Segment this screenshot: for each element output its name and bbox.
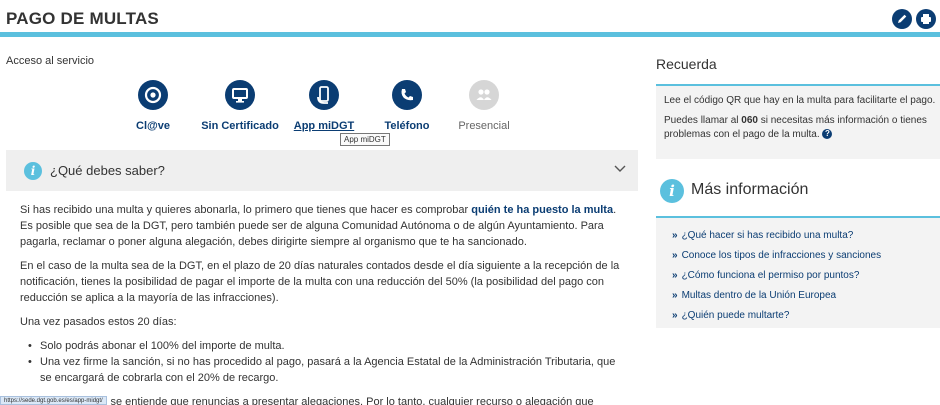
recuerda-line: problemas con el pago de la multa. ? [664,128,940,142]
service-label: Sin Certificado [201,120,279,132]
at-icon [138,80,168,110]
paragraph: Si pagas la multa, se entiende que renun… [20,396,594,405]
info-icon: i [24,162,42,180]
page-header: PAGO DE MULTAS [0,0,940,40]
print-icon [921,14,931,24]
paragraph: En el caso de la multa sea de la DGT, en… [20,260,620,304]
service-presencial: Presencial [439,80,529,132]
acceso-label: Acceso al servicio [6,55,95,67]
paragraph: Si has recibido una multa y quieres abon… [20,204,617,248]
mas-info-link[interactable]: » Multas dentro de la Unión Europea [672,286,940,306]
info-icon: i [660,179,684,203]
main-content: Si has recibido una multa y quieres abon… [20,202,620,405]
recuerda-line: Puedes llamar al 060 si necesitas más in… [664,115,927,126]
phone-icon [392,80,422,110]
bullet-list: Solo podrás abonar el 100% del importe d… [28,338,620,386]
accordion-title: ¿Qué debes saber? [50,163,165,178]
mas-info-link[interactable]: » ¿Cómo funciona el permiso por puntos? [672,266,940,286]
service-clave[interactable]: Cl@ve [108,80,198,132]
mas-info-title: Más información [691,181,809,198]
print-button[interactable] [916,9,936,29]
accordion-que-debes-saber[interactable]: i ¿Qué debes saber? [6,150,638,191]
double-chevron-icon: » [672,230,678,241]
double-chevron-icon: » [672,250,678,261]
recuerda-title: Recuerda [656,56,717,72]
edit-button[interactable] [892,9,912,29]
mas-info-link[interactable]: » ¿Quién puede multarte? [672,306,940,326]
pencil-icon [898,14,907,23]
status-url: https://sede.dgt.gob.es/es/app-midgt/ [0,396,107,405]
service-sin-certificado[interactable]: Sin Certificado [195,80,285,132]
mas-info-link[interactable]: » Conoce los tipos de infracciones y sanc… [672,246,940,266]
paragraph: Una vez pasados estos 20 días: [20,316,177,328]
phone-hand-icon [309,80,339,110]
service-app-midgt[interactable]: App miDGT [279,80,369,132]
mas-info-box: » ¿Qué hacer si has recibido una multa? »… [656,216,940,328]
mas-info-link[interactable]: » ¿Qué hacer si has recibido una multa? [672,226,940,246]
list-item: Una vez firme la sanción, si no has proc… [28,354,620,386]
people-icon [469,80,499,110]
list-item: Solo podrás abonar el 100% del importe d… [28,338,620,354]
double-chevron-icon: » [672,270,678,281]
service-label: App miDGT [293,120,355,132]
recuerda-line: Lee el código QR que hay en la multa par… [664,95,936,106]
service-label: Cl@ve [136,120,170,132]
header-underline [0,32,940,37]
service-label: Presencial [458,120,510,132]
tooltip: App miDGT [340,133,390,146]
chevron-down-icon [614,165,626,172]
recuerda-box: Lee el código QR que hay en la multa par… [656,84,940,159]
double-chevron-icon: » [672,310,678,321]
quien-te-ha-puesto-link[interactable]: quién te ha puesto la multa [471,204,613,216]
double-chevron-icon: » [672,290,678,301]
monitor-icon [225,80,255,110]
question-icon[interactable]: ? [822,129,833,140]
page-title: PAGO DE MULTAS [6,9,159,28]
